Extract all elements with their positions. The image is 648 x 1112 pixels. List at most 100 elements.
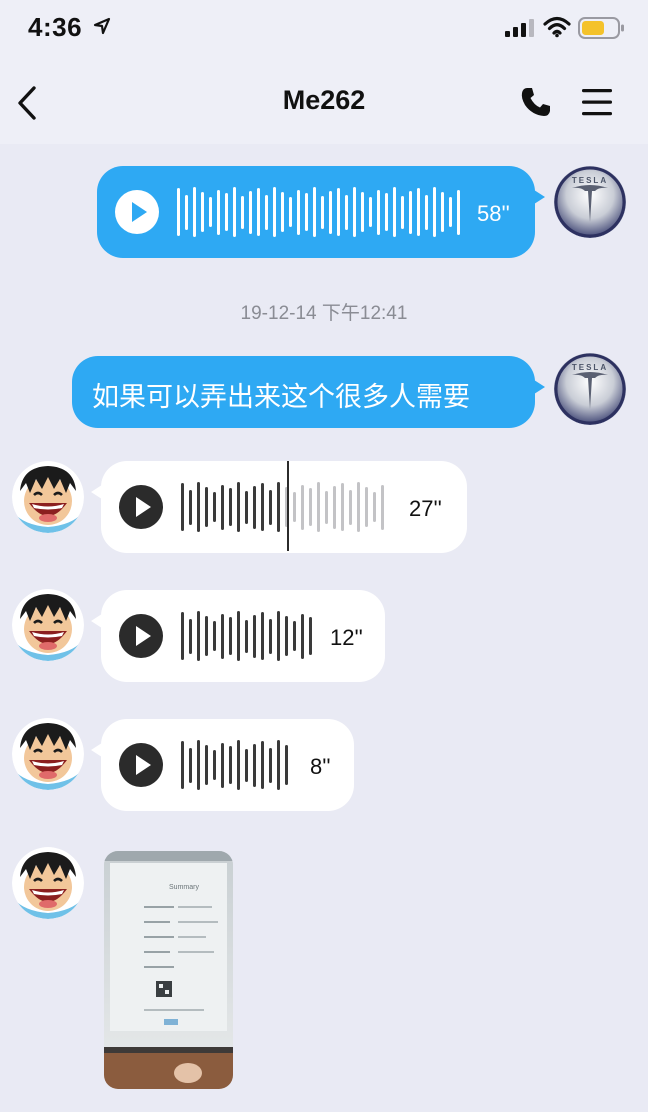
waveform-bar [245,748,248,782]
phone-call-icon[interactable] [520,86,552,118]
waveform-bar [221,742,224,788]
waveform-bar [337,188,340,236]
status-bar: 4:36 [0,0,648,58]
message-timestamp: 19-12-14 下午12:41 [240,303,408,324]
waveform-bar [225,193,228,231]
waveform-bar [197,482,200,532]
waveform-bar [309,488,312,526]
waveform-bar [221,484,224,530]
waveform-bar [297,189,300,235]
waveform-bar [237,482,240,532]
waveform-bar [205,487,208,527]
waveform-bar [201,192,204,232]
waveform-bar [217,189,220,235]
waveform-bar [385,193,388,231]
voice-duration: 8'' [310,754,331,779]
incoming-voice-message[interactable]: 12'' [91,590,385,682]
waveform-bar [401,195,404,229]
waveform-bar [237,740,240,790]
waveform-bar [433,187,436,237]
tesla-logo-icon: TESLA [554,353,626,425]
waveform-bar [245,490,248,524]
contact-avatar[interactable] [12,847,84,919]
voice-duration: 12'' [330,625,363,650]
waveform-bar [333,485,336,529]
play-icon[interactable] [119,614,163,658]
waveform-bar [197,611,200,661]
svg-text:TESLA: TESLA [572,176,608,185]
incoming-voice-message[interactable]: 27'' [91,461,467,553]
waveform-bar [425,194,428,230]
contact-avatar[interactable] [12,461,84,533]
waveform-bar [305,193,308,231]
waveform-bar [457,189,460,235]
waveform-bar [289,197,292,227]
waveform-bar [253,614,256,658]
waveform-bar [193,187,196,237]
waveform-bar [285,616,288,656]
waveform-bar [233,187,236,237]
menu-icon[interactable] [580,86,614,118]
svg-text:TESLA: TESLA [572,363,608,372]
wifi-icon [543,16,571,38]
tesla-logo-icon: TESLA [554,166,626,238]
outgoing-voice-message[interactable]: 58'' [97,166,545,258]
waveform-bar [261,612,264,660]
waveform-bar [321,195,324,229]
waveform-bar [369,197,372,227]
waveform-bar [249,190,252,234]
svg-text:Summary: Summary [169,884,199,891]
waveform-bar [229,617,232,655]
waveform-bar [449,197,452,227]
incoming-voice-message[interactable]: 8'' [91,719,354,811]
play-icon[interactable] [119,743,163,787]
waveform-bar [185,194,188,230]
waveform-bar [409,190,412,234]
waveform-bar [213,750,216,780]
waveform-bar [349,489,352,525]
cartoon-face-avatar-icon [12,847,84,919]
waveform-bar [393,187,396,237]
waveform-bar [221,613,224,659]
waveform-bar [417,188,420,236]
waveform-bar [277,611,280,661]
waveform-bar [281,192,284,232]
waveform-bar [197,740,200,790]
waveform-bar [265,194,268,230]
waveform-bar [345,194,348,230]
outgoing-text-message[interactable]: 如果可以弄出来这个很多人需要 [72,356,545,428]
waveform-bar [213,492,216,522]
incoming-photo-message[interactable]: Summary [104,851,233,1089]
waveform-bar [277,740,280,790]
cartoon-face-avatar-icon [12,718,84,790]
waveform-bar [205,616,208,656]
voice-waveform [177,186,460,238]
my-avatar[interactable]: TESLA [554,353,626,425]
waveform-bar [285,745,288,785]
waveform-bar [269,747,272,783]
play-icon[interactable] [115,190,159,234]
waveform-bar [273,187,276,237]
waveform-bar [237,611,240,661]
waveform-bar [277,482,280,532]
waveform-bar [441,192,444,232]
voice-waveform [181,610,312,662]
waveform-bar [229,746,232,784]
waveform-bar [341,483,344,531]
contact-avatar[interactable] [12,718,84,790]
playback-cursor[interactable] [287,461,289,551]
cellular-signal-icon [505,19,534,37]
voice-waveform [181,481,384,533]
waveform-bar [253,743,256,787]
photo-thumbnail: Summary [104,851,233,1089]
waveform-bar [269,618,272,654]
waveform-bar [325,490,328,524]
waveform-bar [261,483,264,531]
voice-waveform [181,739,288,791]
status-time: 4:36 [28,12,83,42]
my-avatar[interactable]: TESLA [554,166,626,238]
waveform-bar [213,621,216,651]
play-icon[interactable] [119,485,163,529]
location-arrow-icon [93,17,111,35]
contact-avatar[interactable] [12,589,84,661]
